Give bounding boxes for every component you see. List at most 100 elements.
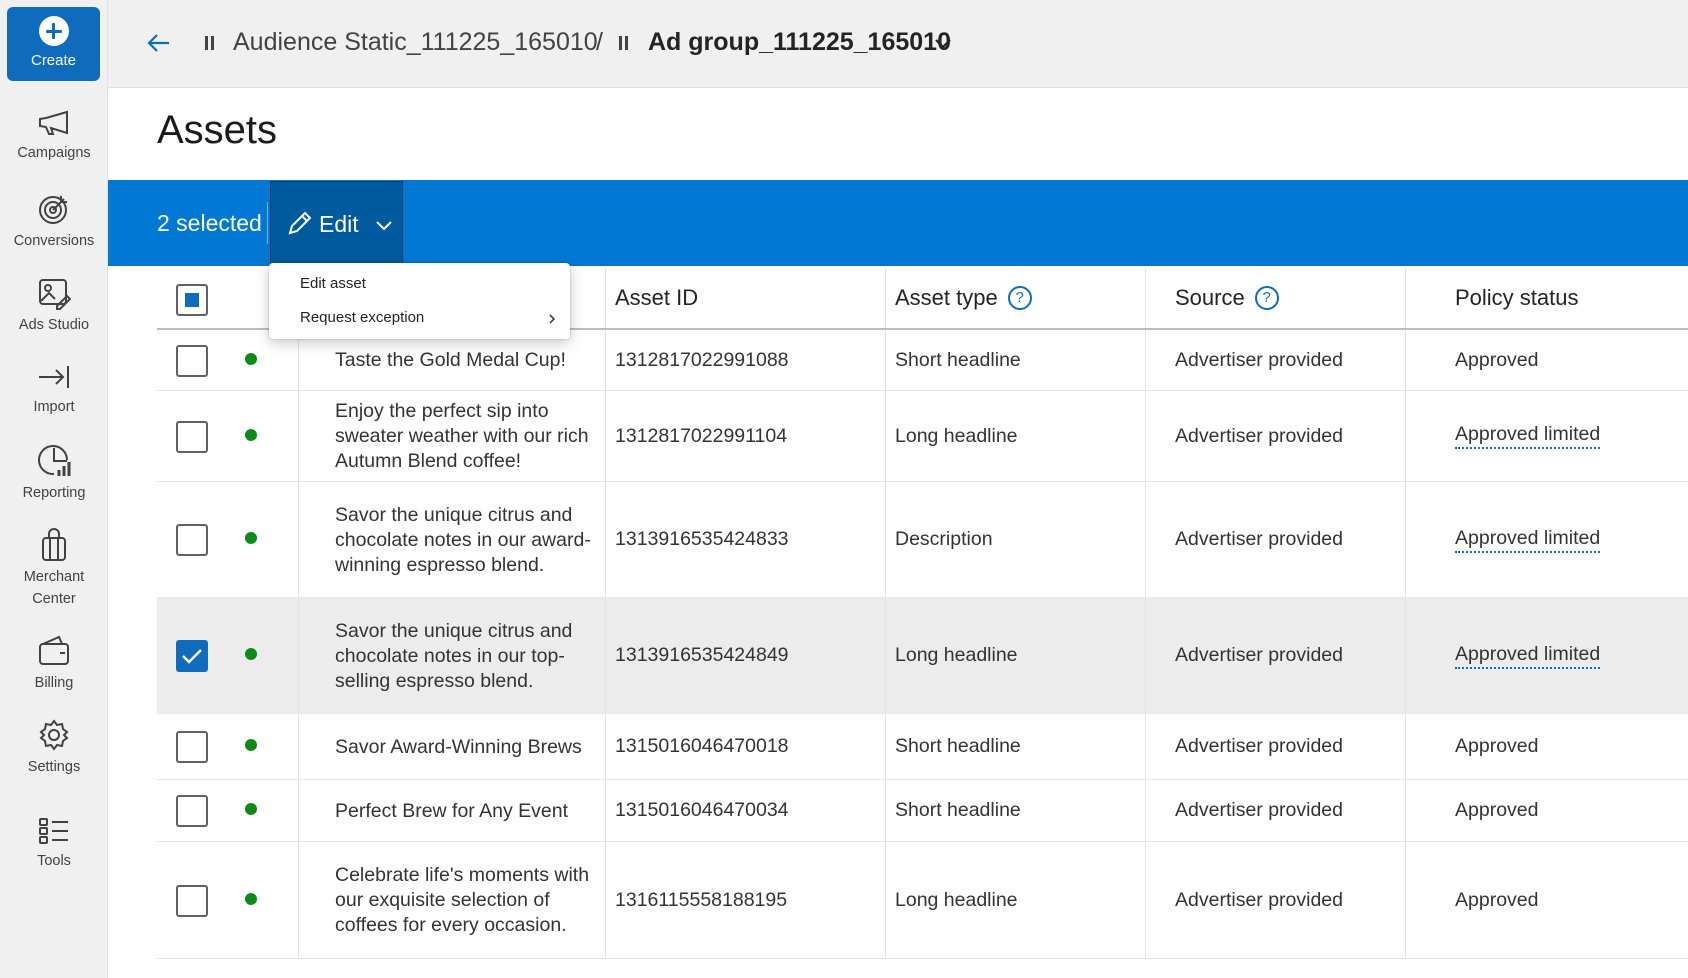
- header-asset-type[interactable]: Asset type?: [895, 268, 1165, 328]
- nav-tools[interactable]: Tools: [0, 816, 108, 872]
- status-dot: [245, 429, 257, 441]
- row-checkbox[interactable]: [176, 885, 208, 917]
- edit-dropdown-menu: Edit asset Request exception: [269, 263, 570, 339]
- column-divider: [1405, 780, 1406, 841]
- selected-count: 2 selected: [157, 210, 262, 236]
- policy-status-label[interactable]: Approved limited: [1455, 643, 1601, 669]
- create-button[interactable]: Create: [7, 7, 100, 81]
- column-divider: [885, 780, 886, 841]
- header-label: Asset ID: [615, 285, 699, 310]
- nav-billing[interactable]: Billing: [0, 634, 108, 694]
- asset-text: Savor the unique citrus and chocolate no…: [335, 619, 573, 692]
- asset-type: Description: [895, 528, 993, 550]
- column-divider: [885, 714, 886, 779]
- checkmark-icon: [182, 649, 202, 664]
- asset-type: Long headline: [895, 644, 1018, 666]
- policy-status: Approved: [1455, 330, 1688, 390]
- target-icon: [39, 196, 67, 224]
- asset-text: Enjoy the perfect sip into sweater weath…: [335, 400, 589, 472]
- asset-id: 1313916535424849: [615, 644, 789, 666]
- column-divider: [605, 714, 606, 779]
- header-label: Source: [1175, 285, 1245, 310]
- policy-status-label[interactable]: Approved limited: [1455, 423, 1601, 449]
- nav-import[interactable]: Import: [0, 362, 108, 418]
- asset-type: Short headline: [895, 799, 1021, 821]
- policy-status[interactable]: Approved limited: [1455, 598, 1688, 713]
- column-divider: [1405, 268, 1406, 328]
- help-icon[interactable]: ?: [1007, 286, 1032, 310]
- row-checkbox[interactable]: [176, 640, 208, 672]
- column-divider: [1145, 482, 1146, 597]
- policy-status-label: Approved: [1455, 348, 1539, 371]
- back-arrow-icon[interactable]: [144, 28, 174, 58]
- edit-button[interactable]: Edit: [270, 181, 403, 265]
- column-divider: [885, 842, 886, 958]
- edit-label: Edit: [319, 211, 359, 237]
- divider: [267, 202, 268, 244]
- select-all-checkbox[interactable]: [176, 284, 208, 316]
- nav-reporting[interactable]: Reporting: [0, 444, 108, 504]
- row-checkbox[interactable]: [176, 421, 208, 453]
- column-divider: [1145, 330, 1146, 390]
- table-row[interactable]: Savor the unique citrus and chocolate no…: [157, 482, 1688, 598]
- header-label: Policy status: [1455, 285, 1579, 310]
- policy-status: Approved: [1455, 714, 1688, 779]
- nav-settings[interactable]: Settings: [0, 718, 108, 778]
- policy-status[interactable]: Approved limited: [1455, 482, 1688, 597]
- chevron-down-icon[interactable]: [934, 38, 952, 50]
- row-checkbox[interactable]: [176, 795, 208, 827]
- column-divider: [1405, 330, 1406, 390]
- chevron-right-icon: [549, 314, 556, 324]
- row-checkbox[interactable]: [176, 345, 208, 377]
- nav-merchant-center[interactable]: Merchant Center: [0, 528, 108, 610]
- asset-text: Celebrate life's moments with our exquis…: [335, 864, 590, 936]
- breadcrumb-campaign[interactable]: Audience Static_111225_165010: [233, 28, 598, 57]
- table-row[interactable]: Enjoy the perfect sip into sweater weath…: [157, 391, 1688, 482]
- policy-status[interactable]: Approved limited: [1455, 391, 1688, 481]
- menu-item-request-exception[interactable]: Request exception: [269, 301, 570, 335]
- column-divider: [605, 842, 606, 958]
- create-label: Create: [30, 52, 77, 69]
- column-divider: [605, 482, 606, 597]
- plus-icon: [38, 16, 69, 46]
- column-divider: [1145, 391, 1146, 481]
- column-divider: [1405, 482, 1406, 597]
- breadcrumb-ad-group[interactable]: Ad group_111225_165010: [648, 28, 951, 57]
- wallet-icon: [39, 635, 69, 665]
- status-dot: [245, 803, 257, 815]
- asset-text: Perfect Brew for Any Event: [335, 799, 569, 822]
- column-divider: [1145, 714, 1146, 779]
- header-asset-id[interactable]: Asset ID: [615, 268, 885, 328]
- breadcrumb-separator: /: [596, 28, 603, 56]
- column-divider: [1405, 842, 1406, 958]
- left-nav: Create Campaigns Conversions Ads Studio …: [0, 0, 108, 978]
- policy-status-label[interactable]: Approved limited: [1455, 527, 1601, 553]
- menu-item-edit-asset[interactable]: Edit asset: [269, 267, 570, 301]
- column-divider: [1145, 598, 1146, 713]
- header-label: Asset type: [895, 285, 998, 310]
- table-row[interactable]: Taste the Gold Medal Cup! 131281702299108…: [157, 330, 1688, 391]
- gear-icon: [39, 719, 69, 751]
- header-policy-status[interactable]: Policy status: [1455, 268, 1688, 328]
- row-checkbox[interactable]: [176, 731, 208, 763]
- column-divider: [298, 482, 299, 597]
- asset-id: 1312817022991088: [615, 348, 789, 371]
- menu-item-label: Request exception: [300, 309, 425, 326]
- table-row[interactable]: Celebrate life's moments with our exquis…: [157, 842, 1688, 959]
- table-row[interactable]: Savor Award-Winning Brews 131501604647001…: [157, 714, 1688, 780]
- pencil-icon: [288, 211, 312, 235]
- help-icon[interactable]: ?: [1254, 286, 1279, 310]
- table-row[interactable]: Perfect Brew for Any Event 13150160464700…: [157, 780, 1688, 842]
- asset-text: Savor Award-Winning Brews: [335, 735, 582, 758]
- row-checkbox[interactable]: [176, 524, 208, 556]
- table-row[interactable]: Savor the unique citrus and chocolate no…: [157, 598, 1688, 714]
- nav-ads-studio[interactable]: Ads Studio: [0, 276, 108, 336]
- column-divider: [605, 780, 606, 841]
- asset-id: 1312817022991104: [615, 424, 788, 447]
- nav-campaigns[interactable]: Campaigns: [0, 108, 108, 164]
- column-divider: [605, 391, 606, 481]
- nav-conversions[interactable]: Conversions: [0, 192, 108, 252]
- column-divider: [605, 268, 606, 328]
- asset-type: Short headline: [895, 735, 1021, 757]
- policy-status-label: Approved: [1455, 888, 1539, 911]
